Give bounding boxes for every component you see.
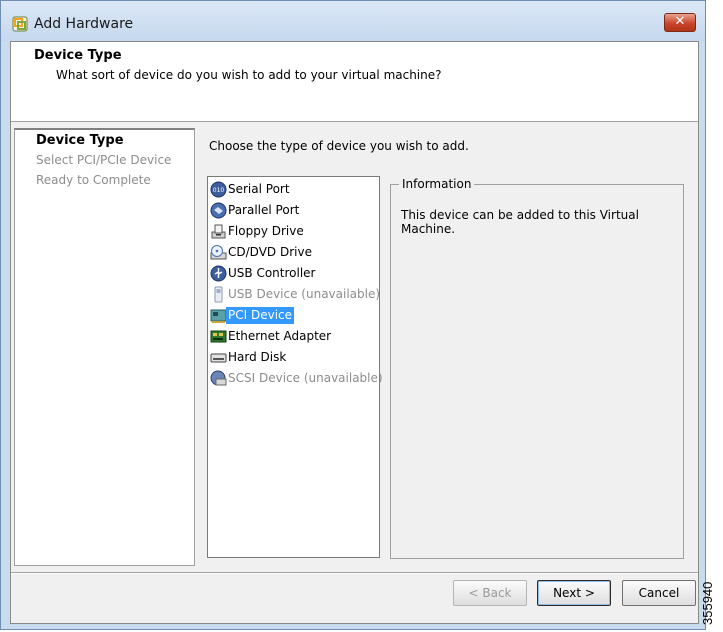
back-button[interactable]: < Back: [453, 580, 527, 606]
list-item-scsi-device: SCSI Device (unavailable): [209, 369, 383, 388]
device-label: Floppy Drive: [228, 224, 304, 238]
device-label: Hard Disk: [228, 350, 287, 364]
list-item-serial-port[interactable]: 010 Serial Port: [209, 180, 379, 199]
dialog-body: Device Type What sort of device do you w…: [10, 41, 699, 624]
information-group: Information This device can be added to …: [390, 177, 684, 559]
device-label: CD/DVD Drive: [228, 245, 312, 259]
ethernet-adapter-icon: [210, 330, 227, 343]
device-label: Serial Port: [228, 182, 290, 196]
page-subtitle: What sort of device do you wish to add t…: [56, 68, 442, 82]
hard-disk-icon: [210, 353, 227, 363]
device-label: PCI Device: [226, 307, 295, 324]
list-item-pci-device[interactable]: PCI Device: [209, 306, 379, 325]
list-item-usb-controller[interactable]: USB Controller: [209, 264, 379, 283]
serial-port-icon: 010: [210, 181, 227, 198]
instruction-text: Choose the type of device you wish to ad…: [209, 139, 469, 153]
device-label: SCSI Device (unavailable): [228, 371, 383, 385]
list-item-usb-device: USB Device (unavailable): [209, 285, 381, 304]
cancel-button[interactable]: Cancel: [622, 580, 696, 606]
list-item-parallel-port[interactable]: Parallel Port: [209, 201, 379, 220]
information-legend: Information: [399, 177, 475, 191]
close-icon: ✕: [674, 14, 686, 29]
parallel-port-icon: [210, 202, 227, 219]
list-item-floppy-drive[interactable]: Floppy Drive: [209, 222, 379, 241]
vsphere-app-icon: [12, 16, 28, 32]
step-ready-to-complete: Ready to Complete: [36, 173, 151, 187]
pci-device-icon: [210, 309, 227, 323]
information-text: This device can be added to this Virtual…: [401, 208, 639, 236]
device-type-list[interactable]: 010 Serial Port Parallel Port Floppy Dri…: [207, 176, 383, 558]
step-select-pci-device: Select PCI/PCIe Device: [36, 153, 172, 167]
device-label: USB Device (unavailable): [228, 287, 381, 301]
usb-device-icon: [214, 286, 223, 303]
list-item-ethernet-adapter[interactable]: Ethernet Adapter: [209, 327, 379, 346]
page-title: Device Type: [34, 48, 122, 63]
figure-number: 355940: [700, 581, 715, 625]
wizard-steps-panel: Device Type Select PCI/PCIe Device Ready…: [14, 128, 195, 566]
svg-text:010: 010: [213, 187, 225, 194]
add-hardware-window: Add Hardware ✕ Device Type What sort of …: [0, 0, 706, 630]
cd-dvd-drive-icon: [210, 245, 227, 260]
list-item-hard-disk[interactable]: Hard Disk: [209, 348, 379, 367]
window-title: Add Hardware: [34, 16, 134, 32]
usb-controller-icon: [210, 265, 227, 282]
title-bar[interactable]: Add Hardware ✕: [1, 1, 705, 41]
device-label: Ethernet Adapter: [228, 329, 332, 343]
footer-divider: [11, 572, 698, 574]
floppy-drive-icon: [211, 224, 226, 239]
list-item-cd-dvd-drive[interactable]: CD/DVD Drive: [209, 243, 379, 262]
wizard-header: Device Type What sort of device do you w…: [11, 42, 698, 122]
close-button[interactable]: ✕: [664, 13, 696, 32]
scsi-device-icon: [210, 370, 227, 386]
step-device-type: Device Type: [36, 133, 124, 148]
device-label: USB Controller: [228, 266, 316, 280]
device-label: Parallel Port: [228, 203, 300, 217]
next-button[interactable]: Next >: [537, 580, 611, 606]
